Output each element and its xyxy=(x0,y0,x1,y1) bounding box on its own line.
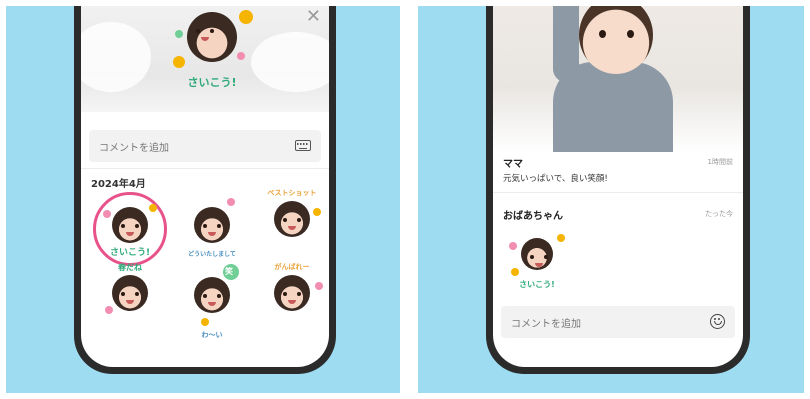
message-stamp: さいこう! xyxy=(505,228,569,292)
left-panel: さいこう! ✕ コメントを追加 2024年4月 さいこう! どういたしまして ベ… xyxy=(6,6,400,393)
stamp-label: わ〜い xyxy=(201,331,223,339)
decoration-flower xyxy=(239,10,253,24)
baby-face-image xyxy=(112,207,148,243)
right-panel: ママ 1時間前 元気いっぱいで、良い笑顔! おばあちゃん たった今 さいこう! … xyxy=(418,6,804,393)
comment-placeholder: コメントを追加 xyxy=(511,319,581,330)
comment-placeholder: コメントを追加 xyxy=(99,143,169,154)
message-time: たった今 xyxy=(705,210,733,218)
decoration-dot xyxy=(237,52,245,60)
decoration-flower xyxy=(105,306,113,314)
decoration-dot xyxy=(227,198,235,206)
stamp-option[interactable]: 春だね xyxy=(95,262,165,332)
decoration-flower xyxy=(149,204,157,212)
stamp-option[interactable]: わ〜い xyxy=(177,330,247,360)
stamp-label: どういたしまして xyxy=(188,251,236,258)
baby-face-image xyxy=(521,238,553,270)
divider xyxy=(493,192,743,193)
baby-face-image xyxy=(187,12,237,62)
baby-eye xyxy=(627,30,634,38)
phone-screen: さいこう! ✕ コメントを追加 2024年4月 さいこう! どういたしまして ベ… xyxy=(81,6,329,367)
message-text: 元気いっぱいで、良い笑顔! xyxy=(503,174,608,184)
phone-frame: さいこう! ✕ コメントを追加 2024年4月 さいこう! どういたしまして ベ… xyxy=(74,6,336,374)
baby-face-image xyxy=(194,277,230,313)
stamp-option[interactable]: 笑 xyxy=(177,264,247,334)
decoration-dot xyxy=(509,242,517,250)
stamp-option[interactable]: がんばれー xyxy=(257,262,327,332)
close-icon[interactable]: ✕ xyxy=(306,6,321,27)
decoration-flower xyxy=(557,234,565,242)
background-blur xyxy=(81,22,151,92)
baby-face-image xyxy=(274,201,310,237)
stamp-option[interactable]: どういたしまして xyxy=(177,194,247,264)
stamp-option[interactable]: ベストショット xyxy=(257,188,327,258)
comment-input[interactable]: コメントを追加 xyxy=(501,306,735,338)
stamp-label: ベストショット xyxy=(267,189,317,197)
decoration-dot xyxy=(201,318,209,326)
baby-face-image xyxy=(194,207,230,243)
preview-stamp: さいこう! xyxy=(167,6,257,92)
stamp-label: がんばれー xyxy=(274,263,310,271)
baby-shirt xyxy=(553,62,673,152)
baby-photo xyxy=(493,6,743,152)
stamp-label: 笑 xyxy=(225,267,233,276)
phone-screen: ママ 1時間前 元気いっぱいで、良い笑顔! おばあちゃん たった今 さいこう! … xyxy=(493,6,743,367)
decoration-dot xyxy=(313,208,321,216)
stamp-option[interactable]: さいこう! xyxy=(95,194,165,264)
stamp-label: さいこう! xyxy=(109,248,151,258)
stamp-label: 春だね xyxy=(118,263,142,272)
stamp-preview-area: さいこう! ✕ xyxy=(81,6,329,112)
message-author: ママ xyxy=(503,159,523,170)
message-time: 1時間前 xyxy=(707,158,733,166)
baby-face-image xyxy=(112,275,148,311)
divider xyxy=(81,168,329,169)
keyboard-icon[interactable] xyxy=(295,140,311,151)
decoration-dot xyxy=(315,282,323,290)
decoration-flower xyxy=(511,268,519,276)
comment-input[interactable]: コメントを追加 xyxy=(89,130,321,162)
background-blur xyxy=(251,32,329,92)
phone-frame: ママ 1時間前 元気いっぱいで、良い笑顔! おばあちゃん たった今 さいこう! … xyxy=(486,6,750,374)
section-date: 2024年4月 xyxy=(91,179,146,190)
stamp-label: さいこう! xyxy=(519,280,555,289)
decoration-dot xyxy=(175,30,183,38)
baby-eye xyxy=(599,30,606,38)
preview-stamp-text: さいこう! xyxy=(187,76,237,89)
message-author: おばあちゃん xyxy=(503,211,563,222)
smile-icon[interactable] xyxy=(710,314,725,329)
baby-face-image xyxy=(274,275,310,311)
decoration-flower xyxy=(173,56,185,68)
decoration-dot xyxy=(103,210,111,218)
